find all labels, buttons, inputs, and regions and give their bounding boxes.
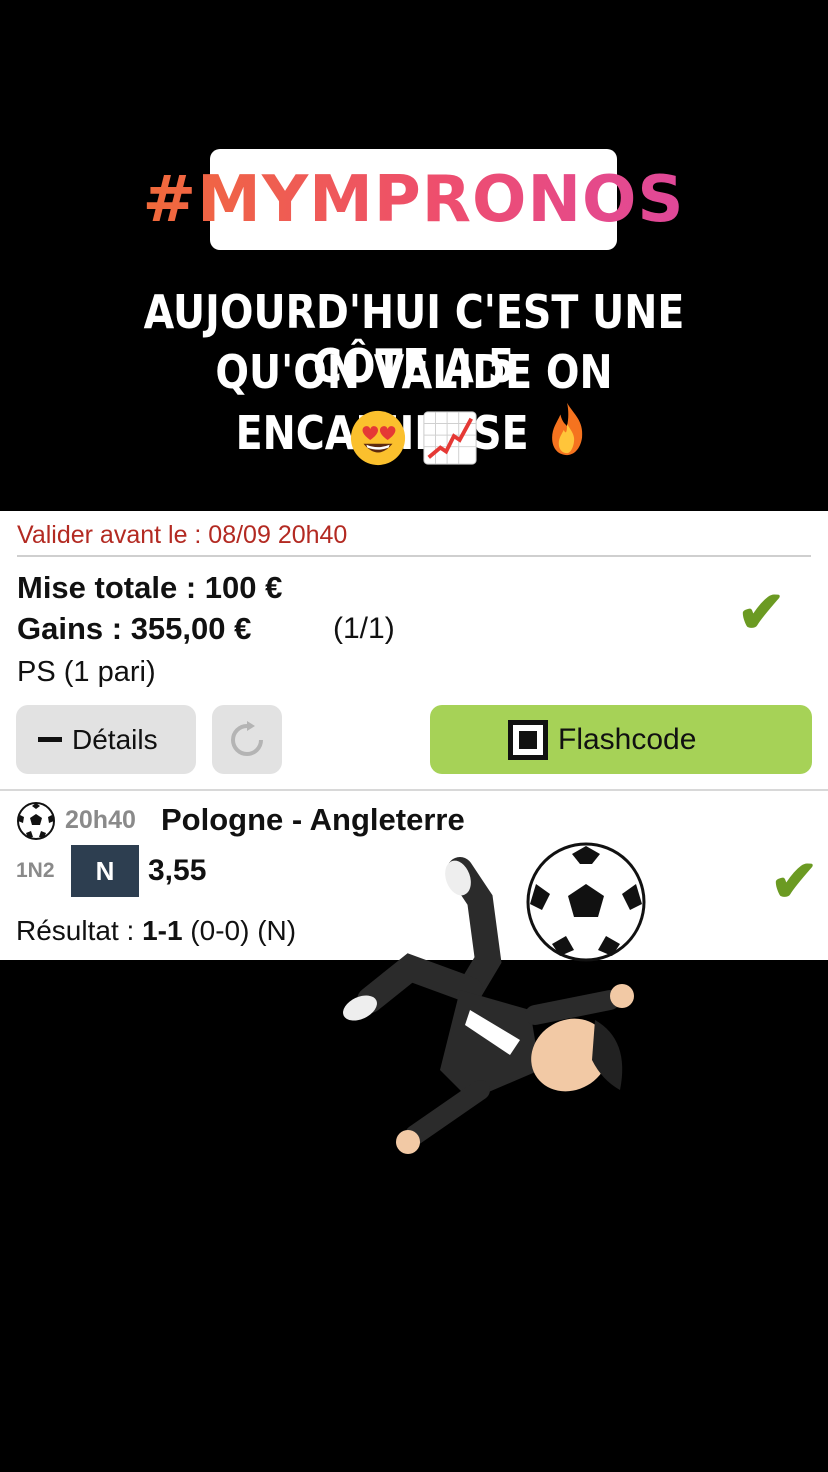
details-label: Détails: [72, 723, 158, 755]
refresh-button[interactable]: [212, 705, 282, 774]
bicycle-kick-bitmoji-sticker: [343, 842, 646, 1154]
bet-ratio: (1/1): [333, 612, 395, 645]
emoji-row: [0, 405, 828, 467]
deadline-text: Valider avant le : 08/09 20h40: [17, 521, 348, 549]
odds-value: 3,55: [148, 854, 207, 887]
result-detail: (0-0) (N): [182, 915, 297, 946]
chart-increasing-emoji: [423, 411, 477, 465]
won-check-icon: ✔: [770, 849, 819, 914]
refresh-icon: [231, 720, 263, 756]
heart-eyes-emoji: [350, 411, 405, 466]
hashtag-sticker: #MYMPRONOS: [143, 149, 684, 250]
total-stake: Mise totale : 100 €: [17, 570, 283, 605]
divider: [0, 789, 828, 791]
flashcode-label: Flashcode: [558, 722, 697, 756]
details-button[interactable]: Détails: [16, 705, 196, 774]
won-check-icon: ✔: [737, 580, 786, 645]
flashcode-button[interactable]: Flashcode: [430, 705, 812, 774]
hashtag-text: #MYMPRONOS: [142, 162, 685, 237]
flashcode-icon: [508, 719, 548, 760]
gains-amount: Gains : 355,00 €: [17, 611, 252, 646]
result-label: Résultat :: [16, 915, 143, 946]
football-icon: [17, 802, 55, 840]
minus-icon: [38, 737, 62, 742]
match-time: 20h40: [65, 806, 136, 834]
bet-type: PS (1 pari): [17, 656, 156, 688]
match-teams: Pologne - Angleterre: [161, 802, 465, 837]
match-result: Résultat : 1-1 (0-0) (N): [16, 915, 296, 947]
market-type: 1N2: [16, 859, 55, 882]
pick-badge: N: [71, 845, 139, 897]
result-score: 1-1: [142, 915, 183, 946]
divider: [17, 555, 811, 557]
soccer-ball-icon: [526, 842, 646, 962]
